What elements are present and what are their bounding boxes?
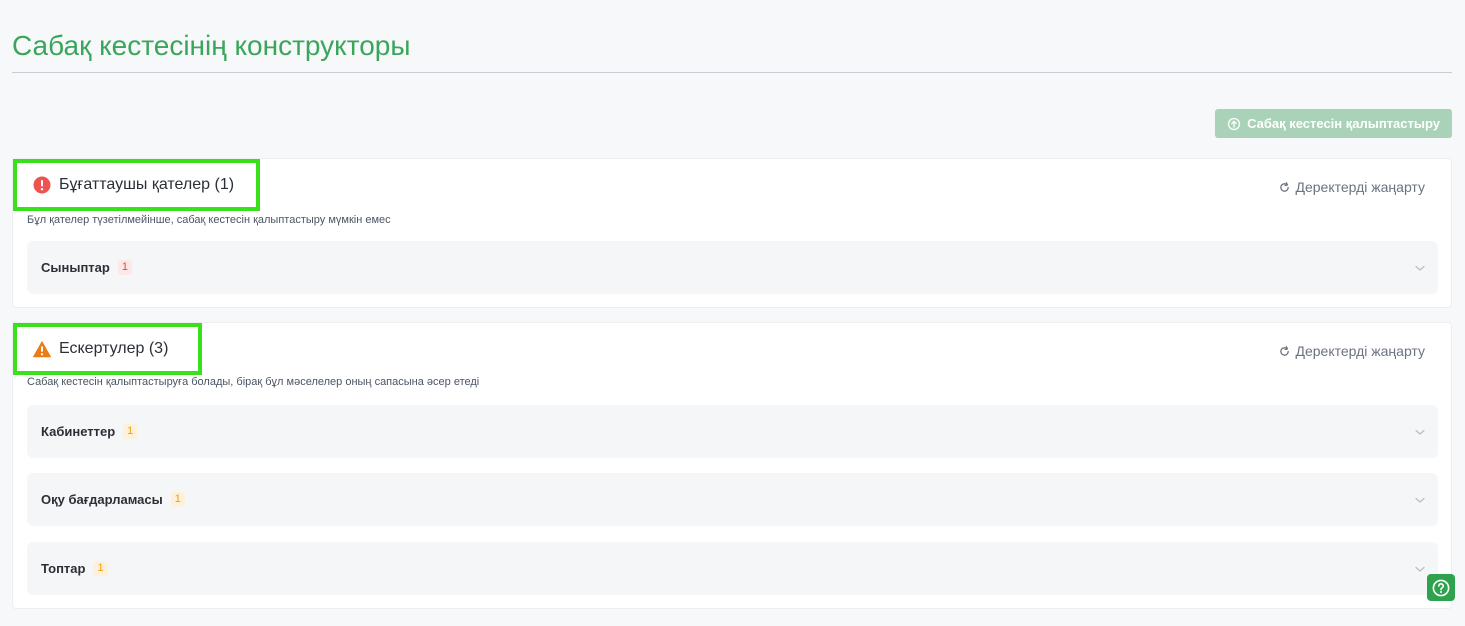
title-divider [12,72,1452,73]
warnings-refresh-label: Деректерді жаңарту [1295,343,1425,359]
chevron-down-icon [1415,497,1425,503]
count-badge: 1 [117,260,132,275]
warnings-title: Ескертулер (3) [59,340,169,357]
group-row-curriculum[interactable]: Оқу бағдарламасы 1 [27,473,1438,526]
generate-schedule-label: Сабақ кестесін қалыптастыру [1247,116,1440,131]
group-row-cabinets[interactable]: Кабинеттер 1 [27,405,1438,458]
page-title: Сабақ кестесінің конструкторы [12,30,411,61]
chevron-down-icon [1415,429,1425,435]
help-button[interactable] [1427,574,1455,601]
warnings-subtitle: Сабақ кестесін қалыптастыруға болады, бі… [27,376,480,388]
error-circle-icon [33,176,51,194]
chevron-down-icon [1415,265,1425,271]
group-label: Сыныптар [41,260,110,275]
group-label: Оқу бағдарламасы [41,492,163,507]
help-question-icon [1432,579,1450,596]
group-label: Топтар [41,561,86,576]
chevron-down-icon [1415,566,1425,572]
generate-icon [1227,117,1241,130]
blocking-refresh-label: Деректерді жаңарту [1295,179,1425,195]
group-label: Кабинеттер [41,424,116,439]
blocking-errors-card: Бұғаттаушы қателер (1) Деректерді жаңарт… [12,158,1452,308]
blocking-refresh-link[interactable]: Деректерді жаңарту [1279,179,1425,195]
count-badge: 1 [93,561,108,576]
count-badge: 1 [170,492,185,507]
group-row-classes[interactable]: Сыныптар 1 [27,241,1438,294]
blocking-errors-title: Бұғаттаушы қателер (1) [59,176,235,193]
warnings-card: Ескертулер (3) Деректерді жаңарту Сабақ … [12,322,1452,609]
warnings-header: Ескертулер (3) [13,323,202,375]
refresh-icon [1280,345,1290,356]
generate-schedule-button[interactable]: Сабақ кестесін қалыптастыру [1215,109,1452,138]
refresh-icon [1280,181,1290,192]
count-badge: 1 [123,424,138,439]
warning-triangle-icon [33,340,51,357]
blocking-errors-header: Бұғаттаушы қателер (1) [13,159,260,211]
warnings-refresh-link[interactable]: Деректерді жаңарту [1279,343,1425,359]
blocking-errors-subtitle: Бұл қателер түзетілмейінше, сабақ кестес… [27,214,391,226]
group-row-groups[interactable]: Топтар 1 [27,542,1438,595]
